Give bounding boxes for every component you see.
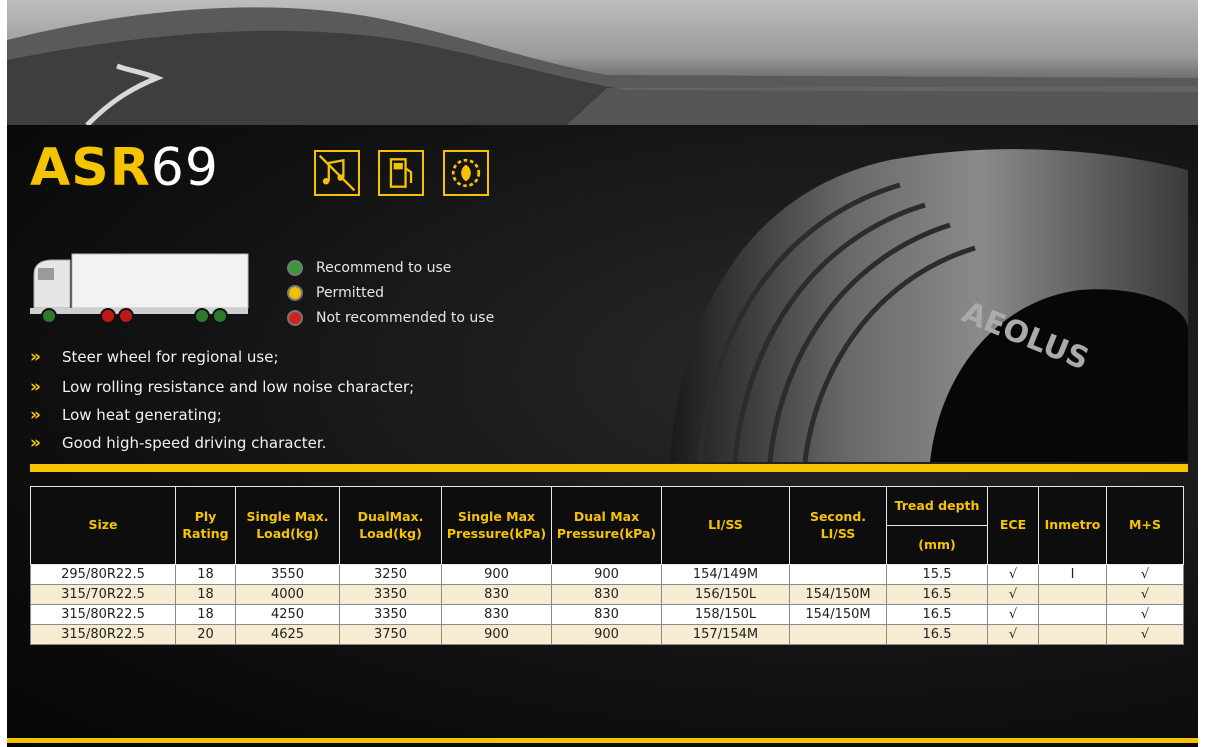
header-tread-depth: Tread depth (886, 486, 988, 526)
chevron-double-icon: » (30, 347, 41, 367)
heat-generation-icon (443, 150, 489, 196)
header-ply-rating: Ply Rating (175, 486, 236, 565)
product-sheet: AEOLUS ASR69 Recommend to use Permitted … (0, 0, 1205, 747)
table-row: 315/80R22.5 18 4250 3350 830 830 158/150L 15… (30, 604, 1184, 625)
yellow-dot-icon (287, 285, 303, 301)
title-number: 69 (150, 138, 219, 198)
header-second-liss: Second. LI/SS (789, 486, 887, 565)
spec-table: Size Ply Rating Single Max. Load(kg) DualM… (30, 486, 1184, 645)
feature-item: » Low rolling resistance and low noise c… (30, 377, 415, 397)
feature-item: » Good high-speed driving character. (30, 433, 327, 453)
product-title: ASR69 (30, 142, 219, 194)
legend-permitted: Permitted (287, 283, 384, 303)
header-single-load: Single Max. Load(kg) (235, 486, 340, 565)
truck-illustration (30, 252, 250, 328)
header-size: Size (30, 486, 176, 565)
feature-item: » Steer wheel for regional use; (30, 347, 279, 367)
legend-label: Recommend to use (316, 260, 452, 276)
bottom-divider (7, 738, 1198, 743)
tire-image: AEOLUS (640, 130, 1188, 463)
header-dual-load: DualMax. Load(kg) (339, 486, 442, 565)
divider (30, 464, 1188, 472)
legend-recommend: Recommend to use (287, 258, 451, 278)
low-noise-icon (314, 150, 360, 196)
chevron-double-icon: » (30, 405, 41, 425)
feature-item: » Low heat generating; (30, 405, 222, 425)
header-ece: ECE (987, 486, 1039, 565)
header-tread-unit: (mm) (886, 525, 988, 565)
fuel-saving-icon (378, 150, 424, 196)
header-liss: LI/SS (661, 486, 790, 565)
header-dual-pressure: Dual Max Pressure(kPa) (551, 486, 662, 565)
header-ms: M+S (1106, 486, 1184, 565)
header-single-pressure: Single Max Pressure(kPa) (441, 486, 552, 565)
chevron-double-icon: » (30, 377, 41, 397)
table-row: 295/80R22.5 18 3550 3250 900 900 154/149M 1… (30, 564, 1184, 585)
legend-label: Not recommended to use (316, 310, 495, 326)
legend-label: Permitted (316, 285, 385, 301)
title-prefix: ASR (30, 138, 151, 198)
legend-not-recommended: Not recommended to use (287, 308, 494, 328)
green-dot-icon (287, 260, 303, 276)
red-dot-icon (287, 310, 303, 326)
chevron-double-icon: » (30, 433, 41, 453)
table-row: 315/80R22.5 20 4625 3750 900 900 157/154M 1… (30, 624, 1184, 645)
landscape-photo (7, 0, 1198, 125)
header-inmetro: Inmetro (1038, 486, 1107, 565)
table-row: 315/70R22.5 18 4000 3350 830 830 156/150L 15… (30, 584, 1184, 605)
